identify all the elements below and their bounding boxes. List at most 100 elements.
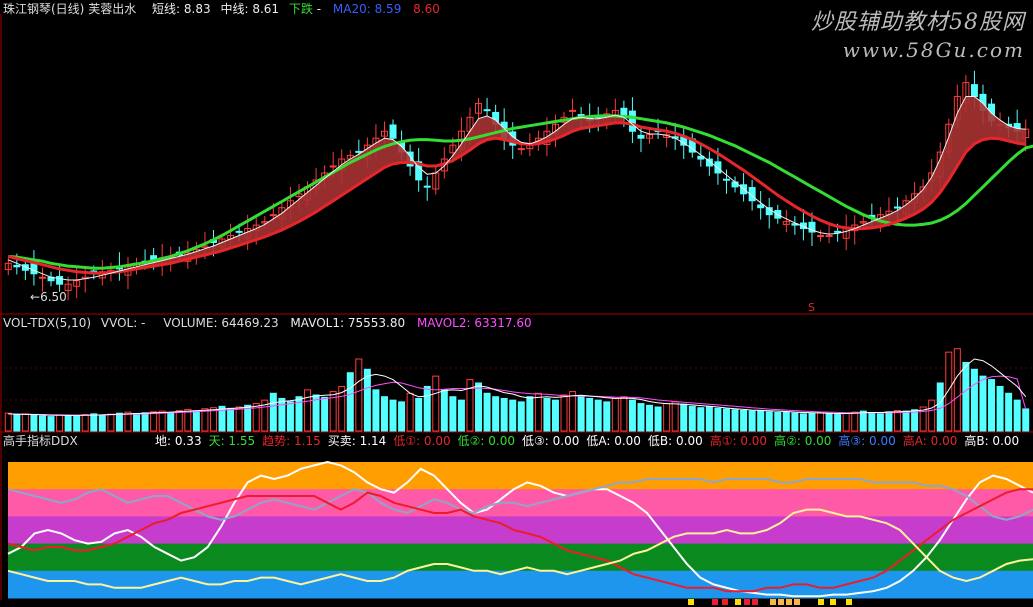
ddx-signal-tick-2 <box>722 599 728 605</box>
volume-bar-68 <box>586 397 594 432</box>
ma-short-line <box>8 96 1026 281</box>
volume-bar-10 <box>90 413 98 432</box>
ddx-signal-ticks <box>688 599 852 605</box>
volume-bar-99 <box>851 411 859 432</box>
mavol1-line <box>8 358 1027 416</box>
ddx-indicator-name[interactable]: 高手指标DDX <box>3 434 78 448</box>
volume-bar-48 <box>415 397 423 432</box>
volume-bar-52 <box>449 396 457 432</box>
candle-body-74 <box>637 134 645 139</box>
ddx-item-2: 趋势: 1.15 <box>262 434 321 448</box>
volume-bar-15 <box>133 413 141 432</box>
volume-bar-64 <box>551 399 559 432</box>
volume-bar-72 <box>620 396 628 432</box>
volume-bar-59 <box>509 399 517 432</box>
ddx-signal-tick-6 <box>770 599 776 605</box>
volume-bar-105 <box>902 410 910 432</box>
volume-bar-61 <box>526 396 534 432</box>
ma20-value: 8.59 <box>374 2 402 16</box>
ddx-item-13: 高B: 0.00 <box>964 434 1020 448</box>
volume-indicator-name[interactable]: VOL-TDX(5,10) <box>3 316 91 330</box>
volume-bar-97 <box>834 414 842 432</box>
candle-body-27 <box>235 230 243 233</box>
candle-body-113 <box>970 84 978 97</box>
candle-body-6 <box>56 276 64 285</box>
volume-bar-104 <box>893 409 901 432</box>
volume-bar-80 <box>688 405 696 432</box>
volume-bar-66 <box>569 391 577 432</box>
volume-bar-5 <box>47 416 55 432</box>
candle-body-38 <box>329 165 337 168</box>
volume-bar-77 <box>663 403 671 432</box>
volume-bar-46 <box>398 401 406 432</box>
ma20-label: MA20: <box>332 2 371 16</box>
extra-value: 8.60 <box>413 2 440 16</box>
volume-bar-50 <box>432 375 440 432</box>
volume-bar-33 <box>286 401 294 432</box>
candle-body-1 <box>13 264 21 268</box>
ddx-item-8: 低B: 0.00 <box>647 434 703 448</box>
volume-value: VOLUME: 64469.23 <box>163 316 279 330</box>
volume-bar-102 <box>876 413 884 432</box>
volume-bar-42 <box>363 368 371 432</box>
ddx-band-1 <box>8 489 1033 517</box>
volume-bar-40 <box>346 372 354 432</box>
ddx-signal-tick-10 <box>818 599 824 605</box>
volume-bar-85 <box>731 409 739 432</box>
volume-bar-12 <box>107 413 115 432</box>
volume-bar-82 <box>705 406 713 432</box>
volume-bar-6 <box>56 414 64 432</box>
ddx-band-3 <box>8 543 1033 572</box>
volume-bar-108 <box>928 399 936 432</box>
volume-bar-106 <box>911 409 919 432</box>
ddx-item-12: 高A: 0.00 <box>902 434 958 448</box>
mavol2-value: MAVOL2: 63317.60 <box>416 316 532 330</box>
volume-bar-2 <box>21 413 29 432</box>
volume-bar-98 <box>842 412 850 432</box>
volume-bar-118 <box>1013 399 1021 432</box>
ddx-panel-header: 高手指标DDX <box>3 434 78 448</box>
volume-bar-43 <box>372 389 380 432</box>
candle-body-95 <box>817 235 825 238</box>
volume-bar-87 <box>748 410 756 432</box>
ddx-item-7: 低A: 0.00 <box>586 434 641 448</box>
volume-bar-49 <box>423 385 431 432</box>
volume-bar-9 <box>81 414 89 432</box>
volume-bar-88 <box>757 409 765 432</box>
candle-body-88 <box>757 204 765 209</box>
volume-bar-101 <box>868 411 876 432</box>
volume-bar-44 <box>380 396 388 432</box>
volume-bar-18 <box>158 410 166 432</box>
volume-bar-45 <box>389 399 397 432</box>
volume-bar-11 <box>98 414 106 432</box>
ddx-item-4: 低①: 0.00 <box>393 434 451 448</box>
volume-bar-93 <box>799 413 807 432</box>
volume-bar-91 <box>782 411 790 432</box>
volume-bar-19 <box>167 411 175 432</box>
volume-bar-100 <box>859 410 867 432</box>
price-ribbon <box>119 96 1026 272</box>
volume-bar-75 <box>646 404 654 432</box>
ddx-signal-tick-8 <box>786 599 792 605</box>
volume-bar-78 <box>671 401 679 432</box>
volume-bar-4 <box>38 415 46 432</box>
volume-bar-58 <box>500 397 508 432</box>
volume-bar-89 <box>765 411 773 432</box>
volume-bar-16 <box>141 412 149 432</box>
trend-label: 下跌 <box>288 2 313 16</box>
volume-bar-22 <box>192 410 200 432</box>
ddx-signal-tick-3 <box>735 599 741 605</box>
volume-bar-94 <box>808 412 816 432</box>
ddx-item-5: 低②: 0.00 <box>457 434 515 448</box>
ddx-signal-tick-0 <box>688 599 694 605</box>
ddx-item-1: 天: 1.55 <box>208 434 256 448</box>
candle-body-4 <box>38 276 46 279</box>
volume-bar-83 <box>714 407 722 432</box>
volume-bar-103 <box>885 411 893 432</box>
stock-name[interactable]: 珠江钢琴(日线) <box>3 2 84 16</box>
volume-bar-35 <box>304 389 312 432</box>
candle-body-97 <box>834 230 842 233</box>
ddx-item-9: 高①: 0.00 <box>709 434 768 448</box>
low-price-marker: ←6.50 <box>30 290 67 304</box>
volume-bar-116 <box>996 385 1004 432</box>
